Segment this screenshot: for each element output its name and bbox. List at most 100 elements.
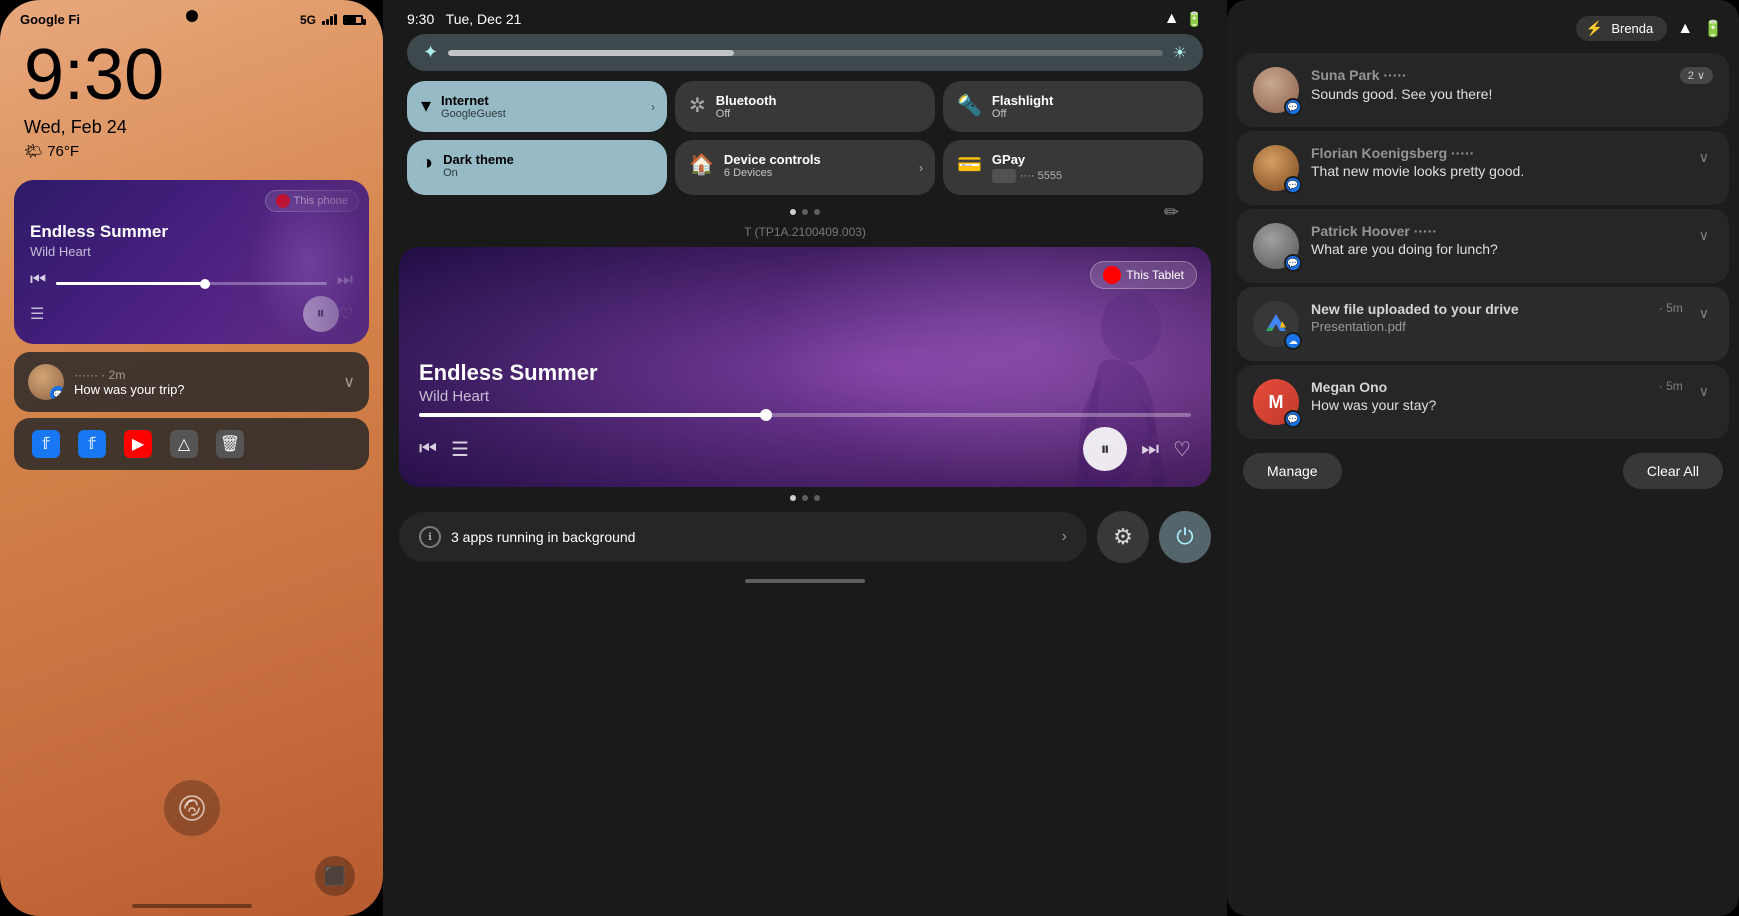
tablet-music-title: Endless Summer [419, 360, 1191, 386]
phone-queue-button[interactable]: ☰ [30, 304, 44, 324]
shortcut-youtube[interactable]: ▶ [124, 430, 152, 458]
notif-user-name: Brenda [1611, 21, 1653, 36]
phone-fingerprint-button[interactable] [164, 780, 220, 836]
qs-tile-flashlight-text: Flashlight Off [992, 93, 1053, 120]
megan-chevron-button[interactable]: ∨ [1695, 379, 1713, 404]
megan-name: Megan Ono [1311, 379, 1387, 395]
florian-notif-body: Florian Koenigsberg ····· That new movie… [1311, 145, 1683, 179]
shortcut-trash[interactable]: 🗑 [216, 430, 244, 458]
qs-tile-bluetooth[interactable]: ✲ Bluetooth Off [675, 81, 935, 132]
phone-music-progress[interactable] [56, 282, 327, 285]
this-tablet-badge: This Tablet [1090, 261, 1197, 289]
shortcut-app3[interactable]: △ [170, 430, 198, 458]
notif-panel-header: ⚡ Brenda ▲ 🔋 [1227, 12, 1739, 49]
suna-message: Sounds good. See you there! [1311, 86, 1713, 102]
device-controls-icon: 🏠 [689, 152, 714, 177]
tablet-bg-apps[interactable]: ℹ 3 apps running in background › [399, 512, 1087, 562]
tablet-home-indicator [745, 579, 865, 583]
tablet-music-card[interactable]: This Tablet Endless Summer Wild Heart ⏮ … [399, 247, 1211, 487]
music-dot-3 [814, 495, 820, 501]
phone-shortcuts: 𝕗 𝕗 ▶ △ 🗑 [14, 418, 369, 470]
florian-avatar: 💬 [1253, 145, 1299, 191]
manage-button[interactable]: Manage [1243, 453, 1342, 489]
notif-item-megan[interactable]: M 💬 Megan Ono · 5m How was your stay? ∨ [1237, 365, 1729, 439]
tablet-panel: 9:30 Tue, Dec 21 ▲ 🔋 ✦ ☀ ▾ Internet Goo [383, 0, 1227, 916]
brightness-bar[interactable] [448, 50, 1163, 56]
notif-user-bolt-icon: ⚡ [1586, 20, 1603, 37]
clear-all-button[interactable]: Clear All [1623, 453, 1723, 489]
phone-prev-button[interactable]: ⏮ [30, 269, 46, 290]
tablet-queue-button[interactable]: ☰ [451, 437, 469, 462]
phone-home-indicator [132, 904, 252, 908]
tablet-progress-dot [760, 409, 772, 421]
qs-tile-flashlight[interactable]: 🔦 Flashlight Off [943, 81, 1203, 132]
tablet-settings-button[interactable]: ⚙ [1097, 511, 1149, 563]
quick-settings-panel: ✦ ☀ ▾ Internet GoogleGuest › ✲ Bluetoot [399, 34, 1211, 239]
phone-date: Wed, Feb 24 [0, 111, 383, 140]
megan-time: · 5m [1659, 379, 1683, 393]
patrick-chevron-button[interactable]: ∨ [1695, 223, 1713, 248]
qs-device-label: Device controls [724, 152, 821, 167]
megan-message: How was your stay? [1311, 397, 1683, 413]
tablet-prev-button[interactable]: ⏮ [419, 438, 437, 461]
megan-notif-body: Megan Ono · 5m How was your stay? [1311, 379, 1683, 413]
tablet-next-button[interactable]: ⏭ [1141, 438, 1159, 461]
tablet-music-dots [383, 495, 1227, 501]
shortcut-facebook1[interactable]: 𝕗 [32, 430, 60, 458]
drive-app-badge: ☁ [1284, 332, 1302, 350]
phone-notif-avatar: 💬 [28, 364, 64, 400]
drive-chevron-button[interactable]: ∨ [1695, 301, 1713, 326]
qs-internet-sub: GoogleGuest [441, 108, 506, 120]
qs-tile-gpay[interactable]: 💳 GPay ···· 5555 [943, 140, 1203, 195]
qs-edit-button[interactable]: ✏ [1164, 202, 1179, 223]
phone-notif-sender: ······ · 2m [74, 368, 125, 382]
qs-tile-device-controls[interactable]: 🏠 Device controls 6 Devices › [675, 140, 935, 195]
patrick-avatar: 💬 [1253, 223, 1299, 269]
qs-darktheme-sub: On [443, 167, 514, 179]
qs-dot-1 [790, 209, 796, 215]
phone-carrier: Google Fi [20, 12, 80, 27]
florian-message: That new movie looks pretty good. [1311, 163, 1683, 179]
phone-notif-card[interactable]: 💬 ······ · 2m How was your trip? ∨ [14, 352, 369, 412]
notif-item-patrick[interactable]: 💬 Patrick Hoover ····· What are you doin… [1237, 209, 1729, 283]
phone-music-card[interactable]: This phone Endless Summer Wild Heart ⏮ ⏭… [14, 180, 369, 344]
notif-item-florian[interactable]: 💬 Florian Koenigsberg ····· That new mov… [1237, 131, 1729, 205]
suna-avatar: 💬 [1253, 67, 1299, 113]
this-tablet-label: This Tablet [1126, 268, 1184, 282]
qs-bluetooth-sub: Off [716, 108, 777, 120]
phone-progress-dot [200, 279, 210, 289]
florian-chevron-button[interactable]: ∨ [1695, 145, 1713, 170]
suna-name: Suna Park ····· [1311, 67, 1407, 83]
suna-app-badge: 💬 [1284, 98, 1302, 116]
shortcut-facebook2[interactable]: 𝕗 [78, 430, 106, 458]
drive-title: New file uploaded to your drive [1311, 301, 1519, 317]
signal-bars [322, 14, 337, 25]
notif-item-suna[interactable]: 💬 Suna Park ····· 2 ∨ Sounds good. See y… [1237, 53, 1729, 127]
qs-device-info: T (TP1A.2100409.003) [407, 225, 1203, 239]
tablet-bottom-row: ℹ 3 apps running in background › ⚙ ⏻ [399, 511, 1211, 563]
internet-icon: ▾ [421, 93, 431, 118]
battery-fill [345, 17, 356, 23]
phone-task-button[interactable]: ⬛ [315, 856, 355, 896]
brightness-row[interactable]: ✦ ☀ [407, 34, 1203, 71]
patrick-notif-body: Patrick Hoover ····· What are you doing … [1311, 223, 1683, 257]
tablet-power-button[interactable]: ⏻ [1159, 511, 1211, 563]
patrick-message: What are you doing for lunch? [1311, 241, 1683, 257]
tablet-play-button[interactable]: ⏸ [1083, 427, 1127, 471]
tablet-heart-button[interactable]: ♡ [1173, 437, 1191, 462]
notif-panel-user[interactable]: ⚡ Brenda [1576, 16, 1667, 41]
phone-network: 5G [300, 13, 316, 27]
bg-apps-chevron: › [1062, 528, 1067, 546]
bg-apps-text: 3 apps running in background [451, 529, 1052, 545]
qs-tile-darktheme[interactable]: ◑ Dark theme On [407, 140, 667, 195]
notif-item-drive[interactable]: ☁ New file uploaded to your drive · 5m P… [1237, 287, 1729, 361]
qs-darktheme-label: Dark theme [443, 152, 514, 167]
qs-dots-row: ✏ [407, 203, 1203, 221]
tablet-music-progress[interactable] [419, 413, 1191, 417]
tablet-music-controls: ⏮ ☰ ⏸ ⏭ ♡ [419, 427, 1191, 471]
phone-notif-chevron[interactable]: ∨ [343, 372, 355, 392]
qs-tile-internet[interactable]: ▾ Internet GoogleGuest › [407, 81, 667, 132]
phone-notif-content: ······ · 2m How was your trip? [74, 368, 333, 397]
suna-notif-body: Suna Park ····· 2 ∨ Sounds good. See you… [1311, 67, 1713, 102]
tablet-status-bar: 9:30 Tue, Dec 21 ▲ 🔋 [383, 0, 1227, 34]
